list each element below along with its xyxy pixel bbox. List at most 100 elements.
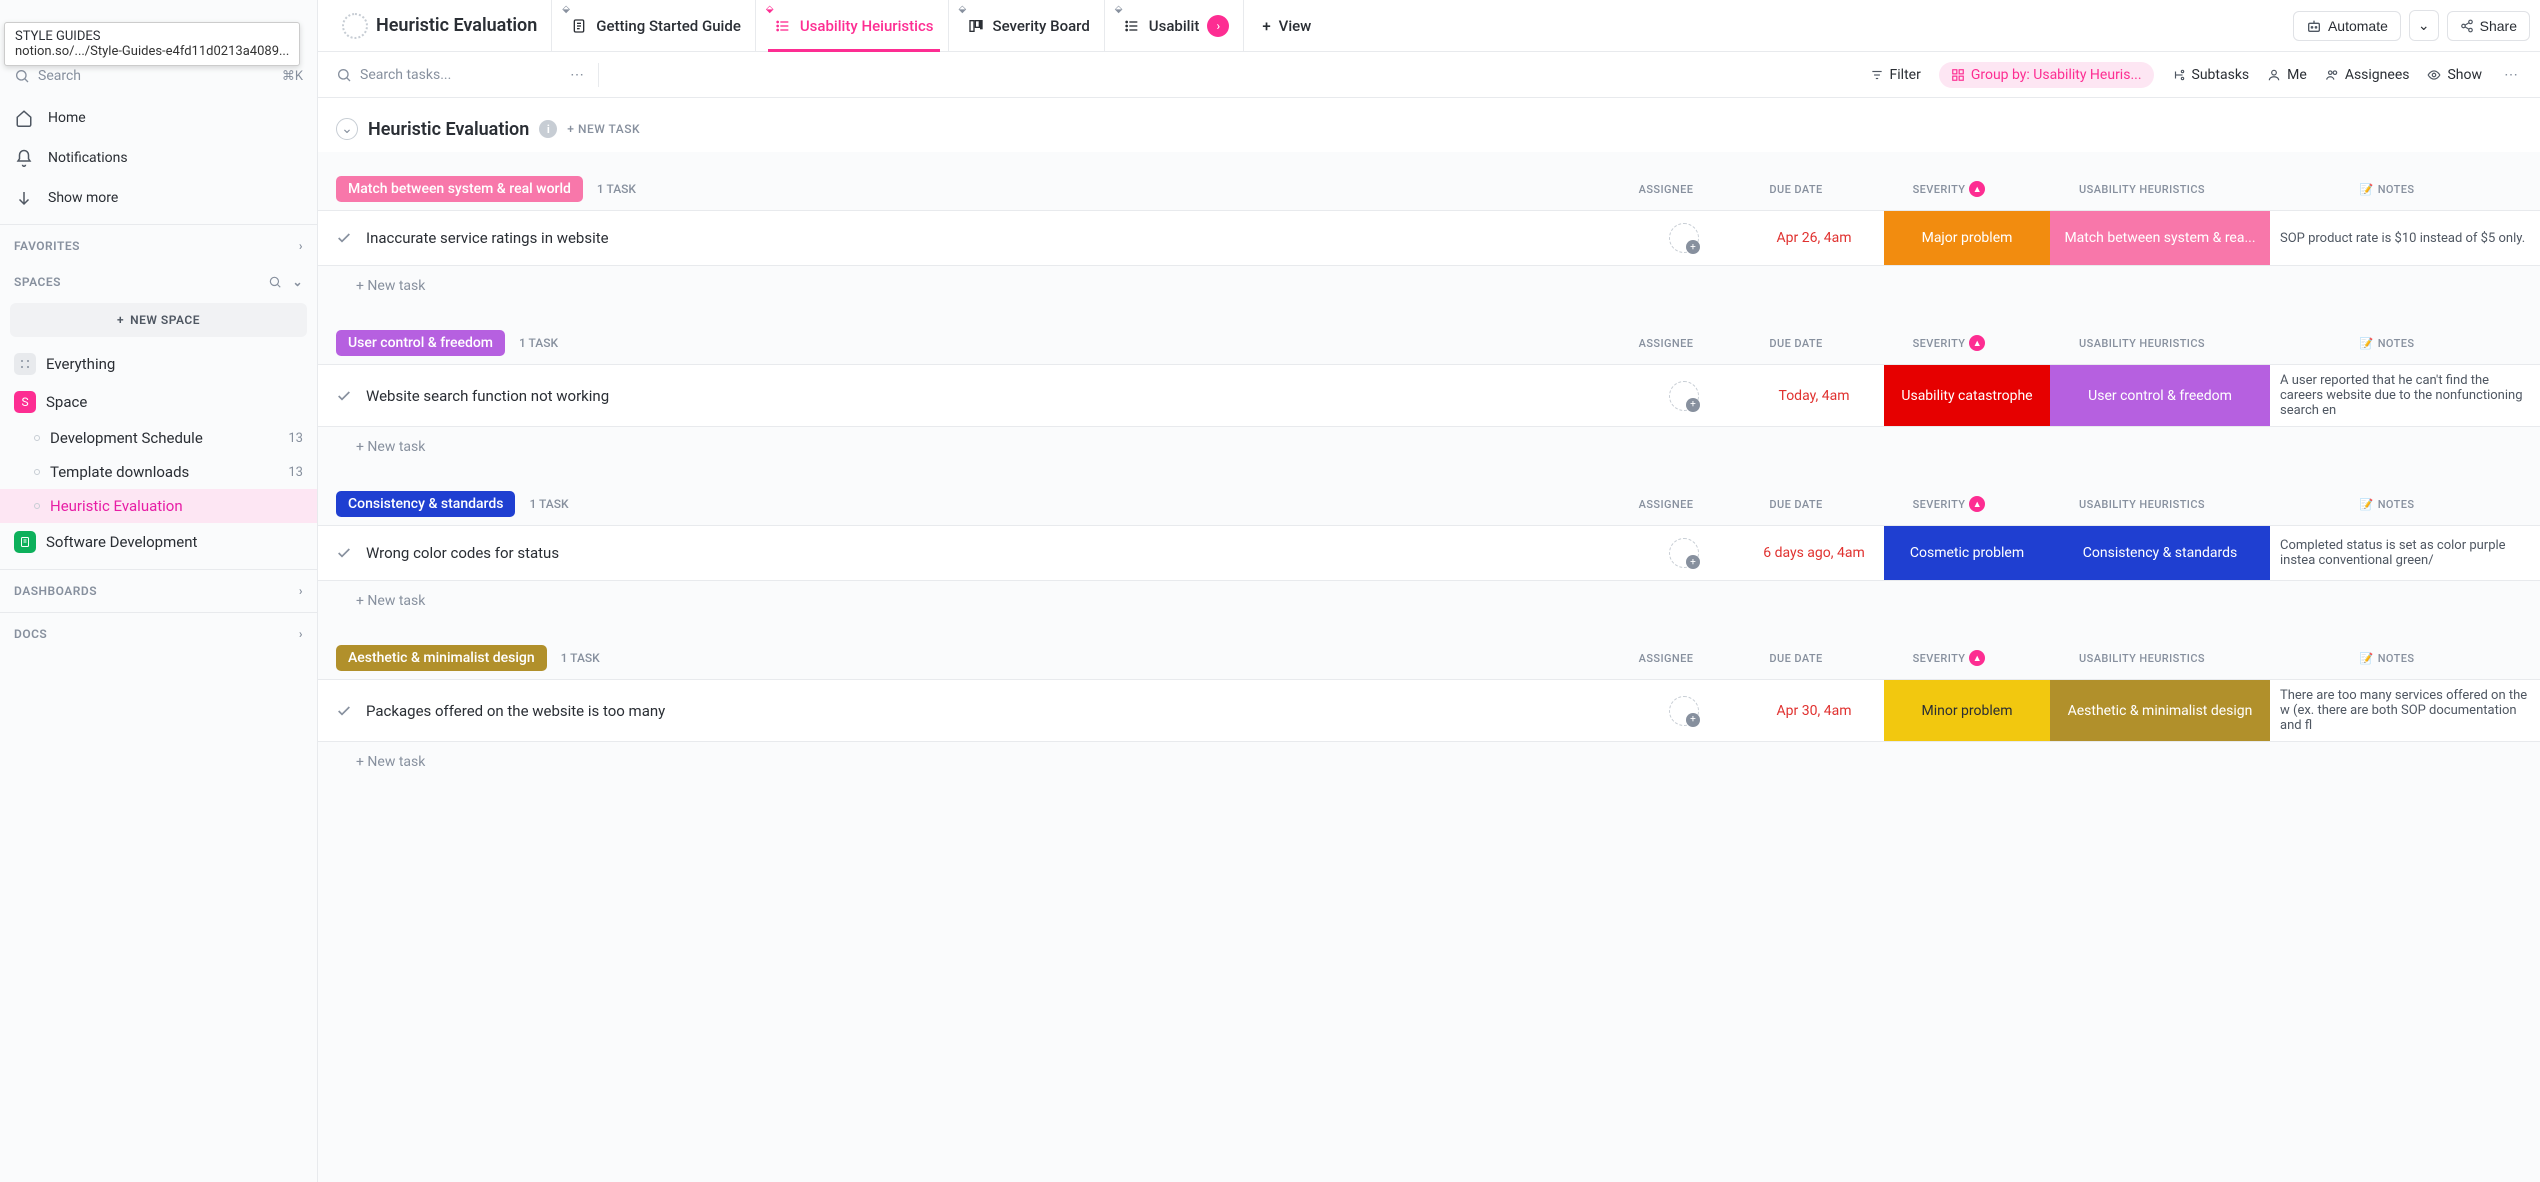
col-due[interactable]: DUE DATE — [1726, 337, 1866, 350]
col-due[interactable]: DUE DATE — [1726, 183, 1866, 196]
nav-item-notifications[interactable]: Notifications — [0, 138, 317, 178]
page-title-tab[interactable]: Heuristic Evaluation — [328, 0, 552, 51]
tab-usability-heiuristics[interactable]: ⬙Usability Heiuristics — [760, 0, 949, 51]
col-severity[interactable]: SEVERITY▲ — [1866, 496, 2032, 512]
tab-severity-board[interactable]: ⬙Severity Board — [953, 0, 1105, 51]
task-search[interactable]: Search tasks... — [336, 67, 556, 83]
tab-usabilit[interactable]: ⬙Usabilit› — [1109, 0, 1245, 51]
severity-cell[interactable]: Major problem — [1884, 211, 2050, 265]
due-date-cell[interactable]: Today, 4am — [1744, 365, 1884, 426]
sidebar-item-heuristic-evaluation[interactable]: Heuristic Evaluation — [0, 489, 317, 523]
add-view-button[interactable]: + View — [1248, 0, 1325, 51]
col-heuristics[interactable]: USABILITY HEURISTICS — [2032, 652, 2252, 665]
heuristic-cell[interactable]: User control & freedom — [2050, 365, 2270, 426]
avatar-placeholder — [1669, 223, 1699, 253]
sort-icon: ▲ — [1969, 335, 1985, 351]
check-icon[interactable] — [336, 388, 352, 404]
sidebar-item-space[interactable]: SSpace — [0, 383, 317, 421]
severity-cell[interactable]: Cosmetic problem — [1884, 526, 2050, 580]
col-due[interactable]: DUE DATE — [1726, 498, 1866, 511]
col-assignee[interactable]: ASSIGNEE — [1606, 652, 1726, 665]
share-button[interactable]: Share — [2447, 11, 2530, 41]
task-row[interactable]: Packages offered on the website is too m… — [318, 679, 2540, 742]
col-severity[interactable]: SEVERITY▲ — [1866, 650, 2032, 666]
due-date-cell[interactable]: 6 days ago, 4am — [1744, 526, 1884, 580]
group-count: 1 TASK — [561, 651, 600, 665]
severity-cell[interactable]: Minor problem — [1884, 680, 2050, 741]
assignees-button[interactable]: Assignees — [2325, 67, 2410, 83]
task-row[interactable]: Inaccurate service ratings in website Ap… — [318, 210, 2540, 266]
group-label[interactable]: User control & freedom — [336, 330, 505, 356]
notes-cell[interactable]: Completed status is set as color purple … — [2270, 526, 2540, 580]
info-icon[interactable]: i — [539, 120, 557, 138]
chevron-down-icon[interactable]: ⌄ — [292, 275, 303, 289]
group-by-button[interactable]: Group by: Usability Heuris... — [1939, 62, 2154, 88]
col-heuristics[interactable]: USABILITY HEURISTICS — [2032, 498, 2252, 511]
new-task-row[interactable]: + New task — [318, 266, 2540, 306]
favorites-header[interactable]: FAVORITES › — [0, 225, 317, 261]
col-heuristics[interactable]: USABILITY HEURISTICS — [2032, 183, 2252, 196]
tooltip-title: STYLE GUIDES — [15, 29, 289, 44]
due-date-cell[interactable]: Apr 26, 4am — [1744, 211, 1884, 265]
more-icon[interactable]: ⋯ — [2500, 63, 2522, 87]
new-space-button[interactable]: + NEW SPACE — [10, 303, 307, 337]
heuristic-cell[interactable]: Consistency & standards — [2050, 526, 2270, 580]
sidebar-item-everything[interactable]: Everything — [0, 345, 317, 383]
spaces-header[interactable]: SPACES ⌄ — [0, 261, 317, 297]
assignee-cell[interactable] — [1624, 365, 1744, 426]
new-task-row[interactable]: + New task — [318, 581, 2540, 621]
col-heuristics[interactable]: USABILITY HEURISTICS — [2032, 337, 2252, 350]
subtasks-button[interactable]: Subtasks — [2172, 67, 2250, 83]
severity-cell[interactable]: Usability catastrophe — [1884, 365, 2050, 426]
search-icon[interactable] — [268, 275, 282, 289]
new-task-button[interactable]: + NEW TASK — [567, 122, 640, 136]
task-row[interactable]: Wrong color codes for status 6 days ago,… — [318, 525, 2540, 581]
notes-cell[interactable]: A user reported that he can't find the c… — [2270, 365, 2540, 426]
group-label[interactable]: Consistency & standards — [336, 491, 515, 517]
sidebar-item-template-downloads[interactable]: Template downloads13 — [0, 455, 317, 489]
show-button[interactable]: Show — [2427, 67, 2482, 83]
col-notes[interactable]: 📝NOTES — [2252, 652, 2522, 665]
col-assignee[interactable]: ASSIGNEE — [1606, 183, 1726, 196]
assignee-cell[interactable] — [1624, 526, 1744, 580]
automate-button[interactable]: Automate — [2293, 11, 2401, 41]
col-assignee[interactable]: ASSIGNEE — [1606, 498, 1726, 511]
new-task-row[interactable]: + New task — [318, 427, 2540, 467]
tabs-bar: Heuristic Evaluation ⬙Getting Started Gu… — [318, 0, 2540, 52]
sidebar-item-development-schedule[interactable]: Development Schedule13 — [0, 421, 317, 455]
docs-header[interactable]: DOCS › — [0, 613, 317, 649]
notes-cell[interactable]: SOP product rate is $10 instead of $5 on… — [2270, 211, 2540, 265]
due-date-cell[interactable]: Apr 30, 4am — [1744, 680, 1884, 741]
assignee-cell[interactable] — [1624, 211, 1744, 265]
check-icon[interactable] — [336, 703, 352, 719]
group-count: 1 TASK — [519, 336, 558, 350]
group-label[interactable]: Match between system & real world — [336, 176, 583, 202]
check-icon[interactable] — [336, 230, 352, 246]
col-assignee[interactable]: ASSIGNEE — [1606, 337, 1726, 350]
collapse-toggle[interactable]: ⌄ — [336, 118, 358, 140]
more-icon[interactable]: ⋯ — [566, 63, 588, 87]
col-notes[interactable]: 📝NOTES — [2252, 498, 2522, 511]
col-severity[interactable]: SEVERITY▲ — [1866, 335, 2032, 351]
me-button[interactable]: Me — [2267, 67, 2307, 83]
col-severity[interactable]: SEVERITY▲ — [1866, 181, 2032, 197]
group-label[interactable]: Aesthetic & minimalist design — [336, 645, 547, 671]
filter-button[interactable]: Filter — [1870, 67, 1921, 83]
dashboards-header[interactable]: DASHBOARDS › — [0, 570, 317, 606]
sort-icon: ▲ — [1969, 650, 1985, 666]
col-notes[interactable]: 📝NOTES — [2252, 337, 2522, 350]
col-notes[interactable]: 📝NOTES — [2252, 183, 2522, 196]
assignee-cell[interactable] — [1624, 680, 1744, 741]
notes-cell[interactable]: There are too many services offered on t… — [2270, 680, 2540, 741]
heuristic-cell[interactable]: Aesthetic & minimalist design — [2050, 680, 2270, 741]
heuristic-cell[interactable]: Match between system & rea... — [2050, 211, 2270, 265]
nav-item-show-more[interactable]: Show more — [0, 178, 317, 218]
task-row[interactable]: Website search function not working Toda… — [318, 364, 2540, 427]
col-due[interactable]: DUE DATE — [1726, 652, 1866, 665]
new-task-row[interactable]: + New task — [318, 742, 2540, 782]
automate-dropdown[interactable]: ⌄ — [2409, 10, 2439, 41]
sidebar-item-software-development[interactable]: Software Development — [0, 523, 317, 561]
nav-item-home[interactable]: Home — [0, 98, 317, 138]
tab-getting-started-guide[interactable]: ⬙Getting Started Guide — [556, 0, 756, 51]
check-icon[interactable] — [336, 545, 352, 561]
